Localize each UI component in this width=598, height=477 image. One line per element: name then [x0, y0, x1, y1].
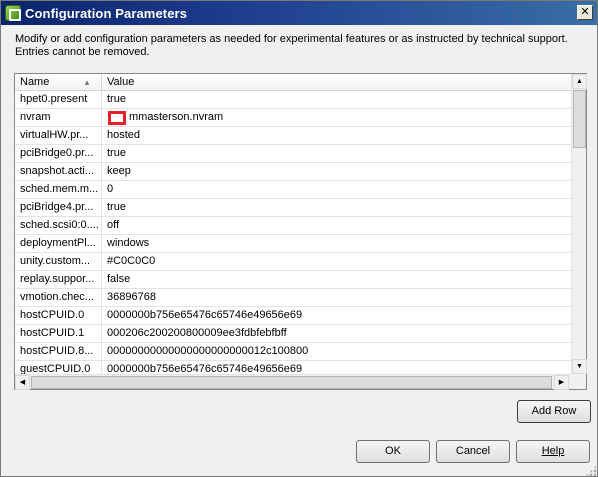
- ok-button[interactable]: OK: [356, 440, 430, 463]
- table-row[interactable]: virtualHW.pr... hosted: [15, 127, 571, 145]
- table-row[interactable]: nvram mmasterson.nvram: [15, 109, 571, 127]
- parameter-name-cell[interactable]: pciBridge4.pr...: [15, 199, 102, 217]
- parameter-name-cell[interactable]: replay.suppor...: [15, 271, 102, 289]
- table-row[interactable]: pciBridge0.pr... true: [15, 145, 571, 163]
- help-button[interactable]: Help: [516, 440, 590, 463]
- horizontal-scroll-thumb[interactable]: [31, 376, 552, 389]
- vertical-scroll-thumb[interactable]: [573, 90, 586, 148]
- parameter-name-cell[interactable]: nvram: [15, 109, 102, 127]
- table-row[interactable]: sched.scsi0:0.... off: [15, 217, 571, 235]
- scroll-up-icon[interactable]: ▲: [572, 74, 587, 89]
- table-row[interactable]: hpet0.present true: [15, 91, 571, 109]
- parameter-value-cell[interactable]: mmasterson.nvram: [102, 109, 571, 127]
- scrollbar-corner: [571, 374, 586, 389]
- parameter-value-cell[interactable]: 000206c200200800009ee3fdbfebfbff: [102, 325, 571, 343]
- parameter-name-cell[interactable]: virtualHW.pr...: [15, 127, 102, 145]
- parameter-value-cell[interactable]: #C0C0C0: [102, 253, 571, 271]
- parameter-value-cell[interactable]: 0: [102, 181, 571, 199]
- table-row[interactable]: snapshot.acti... keep: [15, 163, 571, 181]
- column-header-name[interactable]: Name ▲: [15, 74, 102, 91]
- table-row[interactable]: unity.custom... #C0C0C0: [15, 253, 571, 271]
- close-button[interactable]: ✕: [577, 5, 593, 20]
- parameter-name-cell[interactable]: sched.mem.m...: [15, 181, 102, 199]
- parameter-value-cell[interactable]: false: [102, 271, 571, 289]
- parameter-name-cell[interactable]: guestCPUID.0: [15, 361, 102, 374]
- column-header-name-label: Name: [20, 76, 50, 88]
- table-row[interactable]: hostCPUID.1 000206c200200800009ee3fdbfebf…: [15, 325, 571, 343]
- table-row[interactable]: guestCPUID.0 0000000b756e65476c65746e4965…: [15, 361, 571, 374]
- table-row[interactable]: hostCPUID.8... 00000000000000000000000012…: [15, 343, 571, 361]
- resize-grip-icon[interactable]: [585, 465, 597, 477]
- parameters-table: Name ▲ Value hpet0.present true nvram mmast…: [14, 73, 587, 390]
- cancel-button[interactable]: Cancel: [436, 440, 510, 463]
- table-row[interactable]: hostCPUID.0 0000000b756e65476c65746e49656…: [15, 307, 571, 325]
- redaction-highlight-box: [108, 111, 126, 125]
- parameter-value-cell[interactable]: hosted: [102, 127, 571, 145]
- parameter-name-cell[interactable]: hostCPUID.0: [15, 307, 102, 325]
- parameter-name-cell[interactable]: hostCPUID.8...: [15, 343, 102, 361]
- parameter-value-cell[interactable]: off: [102, 217, 571, 235]
- parameter-value-cell[interactable]: windows: [102, 235, 571, 253]
- table-row[interactable]: pciBridge4.pr... true: [15, 199, 571, 217]
- scroll-left-icon[interactable]: ◀: [15, 375, 30, 390]
- parameter-name-cell[interactable]: hpet0.present: [15, 91, 102, 109]
- parameter-name-cell[interactable]: snapshot.acti...: [15, 163, 102, 181]
- parameter-name-cell[interactable]: unity.custom...: [15, 253, 102, 271]
- parameter-value-cell[interactable]: true: [102, 145, 571, 163]
- scroll-down-icon[interactable]: ▼: [572, 359, 587, 374]
- parameter-value-cell[interactable]: 0000000b756e65476c65746e49656e69: [102, 307, 571, 325]
- add-row-button[interactable]: Add Row: [517, 400, 591, 423]
- parameter-value-cell[interactable]: true: [102, 91, 571, 109]
- parameter-name-cell[interactable]: vmotion.chec...: [15, 289, 102, 307]
- scroll-right-icon[interactable]: ▶: [554, 375, 569, 390]
- table-row[interactable]: deploymentPl... windows: [15, 235, 571, 253]
- table-row[interactable]: sched.mem.m... 0: [15, 181, 571, 199]
- column-header-value[interactable]: Value: [102, 74, 571, 91]
- parameter-value-cell[interactable]: keep: [102, 163, 571, 181]
- parameter-value-cell[interactable]: true: [102, 199, 571, 217]
- configuration-parameters-dialog: Configuration Parameters ✕ Modify or add…: [0, 0, 598, 477]
- vertical-scrollbar[interactable]: ▲ ▼: [571, 74, 587, 374]
- parameter-value-cell[interactable]: 36896768: [102, 289, 571, 307]
- title-bar[interactable]: Configuration Parameters ✕: [1, 1, 597, 25]
- table-row[interactable]: vmotion.chec... 36896768: [15, 289, 571, 307]
- parameter-name-cell[interactable]: pciBridge0.pr...: [15, 145, 102, 163]
- sort-ascending-icon: ▲: [83, 78, 91, 87]
- parameter-name-cell[interactable]: sched.scsi0:0....: [15, 217, 102, 235]
- dialog-title: Configuration Parameters: [25, 6, 188, 21]
- table-body: hpet0.present true nvram mmasterson.nvram vi…: [15, 91, 571, 374]
- parameter-value-cell[interactable]: 00000000000000000000000012c100800: [102, 343, 571, 361]
- table-row[interactable]: replay.suppor... false: [15, 271, 571, 289]
- parameter-name-cell[interactable]: hostCPUID.1: [15, 325, 102, 343]
- parameter-value-cell[interactable]: 0000000b756e65476c65746e49656e69: [102, 361, 571, 374]
- vsphere-app-icon: [5, 5, 21, 21]
- horizontal-scrollbar[interactable]: ◀ ▶: [15, 374, 571, 390]
- intro-text: Modify or add configuration parameters a…: [15, 33, 568, 58]
- parameter-name-cell[interactable]: deploymentPl...: [15, 235, 102, 253]
- table-header: Name ▲ Value: [15, 74, 571, 91]
